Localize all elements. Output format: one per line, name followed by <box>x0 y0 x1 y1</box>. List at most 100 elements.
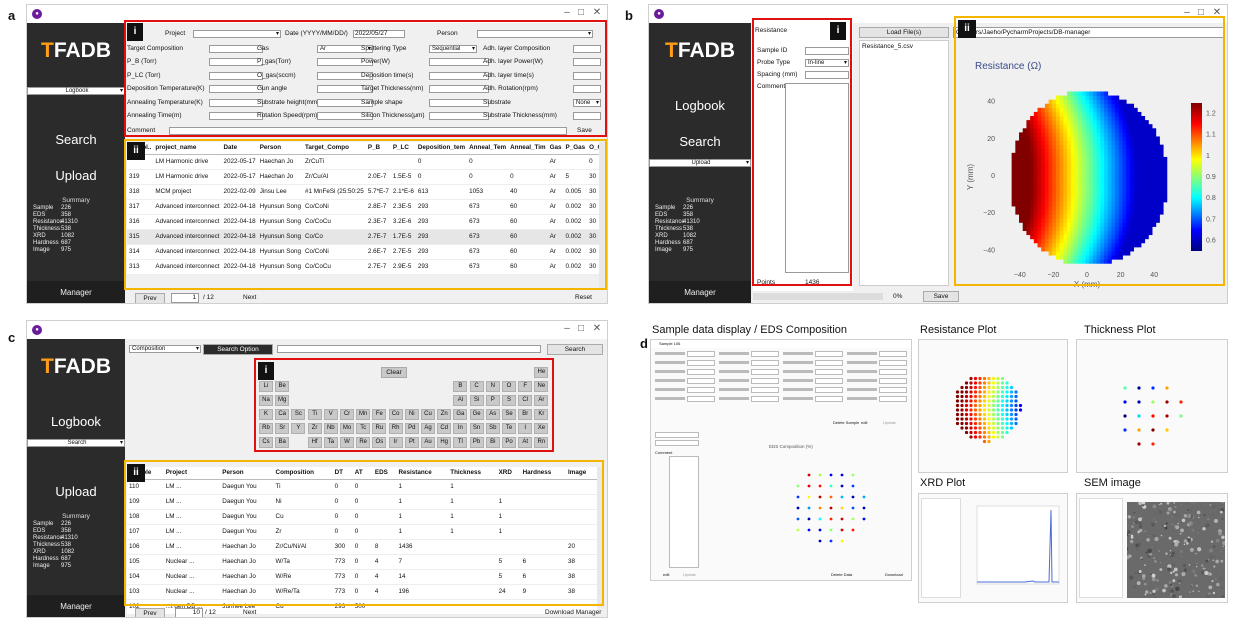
nav-logbook[interactable]: Logbook <box>649 89 751 123</box>
resistance-plot-thumbnail <box>918 339 1068 473</box>
form-field[interactable] <box>751 396 779 402</box>
form-field[interactable] <box>879 369 907 375</box>
sem-grain <box>1185 542 1189 545</box>
sem-grain <box>1169 583 1173 587</box>
form-label <box>847 361 877 364</box>
sem-grain <box>1172 579 1176 583</box>
form-field[interactable] <box>687 360 715 366</box>
page-input[interactable]: 1 <box>171 293 199 303</box>
form-field[interactable] <box>687 351 715 357</box>
form-field[interactable] <box>687 369 715 375</box>
manager-button[interactable]: Manager <box>27 281 125 303</box>
sem-grain <box>1133 522 1135 525</box>
sem-file-list[interactable] <box>1079 498 1123 598</box>
form-field[interactable] <box>815 387 843 393</box>
sem-grain <box>1175 586 1180 592</box>
badge-ii: ii <box>958 20 976 38</box>
badge-ii: ii <box>127 142 145 160</box>
delete-data-button[interactable]: Delete Data <box>831 572 852 577</box>
sem-grain <box>1139 522 1142 525</box>
file-item[interactable]: Resistance_5.csv <box>862 43 913 51</box>
sem-grain <box>1183 543 1186 546</box>
sem-grain <box>1129 539 1134 544</box>
nav-search[interactable]: Search <box>27 123 125 157</box>
form-label <box>719 352 749 355</box>
form-field[interactable] <box>751 387 779 393</box>
download-button[interactable]: Download <box>885 572 903 577</box>
xrd-file-list[interactable] <box>921 498 961 598</box>
prev-button[interactable]: Prev <box>135 293 165 303</box>
manager-button[interactable]: Manager <box>27 595 125 617</box>
next-button[interactable]: Next <box>243 609 256 617</box>
reset-button[interactable]: Reset <box>575 294 592 302</box>
load-files-button[interactable]: Load File(s) <box>859 27 949 38</box>
search-button[interactable]: Search <box>547 344 603 355</box>
data-point <box>818 495 822 499</box>
edit-button[interactable]: edit <box>663 572 669 577</box>
form-field[interactable] <box>815 369 843 375</box>
download-manager-button[interactable]: Download Manager <box>545 609 601 617</box>
form-field[interactable] <box>687 396 715 402</box>
save-button[interactable]: Save <box>923 291 959 302</box>
nav-search[interactable]: Search <box>649 125 751 159</box>
comment-box[interactable] <box>669 456 699 568</box>
form-field[interactable] <box>879 351 907 357</box>
data-point <box>969 394 973 399</box>
search-input[interactable] <box>277 345 541 353</box>
data-point <box>851 528 855 532</box>
form-label <box>719 397 749 400</box>
page-total: / 12 <box>203 294 214 301</box>
form-field[interactable] <box>815 378 843 384</box>
data-point <box>987 430 991 435</box>
data-point <box>973 430 978 435</box>
form-field[interactable] <box>879 360 907 366</box>
nav-search[interactable]: Search <box>27 439 125 447</box>
form-field[interactable] <box>751 360 779 366</box>
data-point <box>996 421 1000 426</box>
maximize-icon[interactable]: □ <box>573 323 589 334</box>
nav-upload[interactable]: Upload <box>27 159 125 193</box>
update-button[interactable]: Update <box>883 420 896 425</box>
sem-grain <box>1204 540 1207 543</box>
data-point <box>851 473 855 477</box>
page-input[interactable]: 10 <box>175 608 203 617</box>
close-icon[interactable]: ✕ <box>589 323 605 334</box>
update-button[interactable]: Update <box>683 572 696 577</box>
prev-button[interactable]: Prev <box>135 608 165 617</box>
data-point <box>969 399 973 403</box>
nav-upload[interactable]: Upload <box>27 475 125 509</box>
maximize-icon[interactable]: □ <box>573 7 589 18</box>
data-point <box>1123 428 1127 432</box>
next-button[interactable]: Next <box>243 294 256 302</box>
file-list[interactable]: Resistance_5.csv <box>859 40 949 286</box>
nav-logbook[interactable]: Logbook <box>27 405 125 439</box>
form-field[interactable] <box>815 396 843 402</box>
form-field[interactable] <box>879 378 907 384</box>
form-field[interactable] <box>751 369 779 375</box>
sem-grain <box>1170 571 1173 575</box>
data-point <box>1123 386 1127 390</box>
sem-grain <box>1171 551 1175 556</box>
form-field[interactable] <box>815 351 843 357</box>
category-select[interactable]: Composition <box>129 345 201 353</box>
select-a[interactable] <box>655 432 699 438</box>
sem-grain <box>1164 526 1168 530</box>
close-icon[interactable]: ✕ <box>589 7 605 18</box>
nav-logbook[interactable]: Logbook <box>27 87 125 95</box>
search-option-button[interactable]: Search Option <box>203 344 273 355</box>
nav-upload[interactable]: Upload <box>649 159 751 167</box>
sem-grain <box>1150 547 1153 550</box>
select-b[interactable] <box>655 440 699 446</box>
delete-sample-button[interactable]: Delete Sample <box>833 420 859 425</box>
form-field[interactable] <box>687 387 715 393</box>
form-field[interactable] <box>751 351 779 357</box>
form-field[interactable] <box>815 360 843 366</box>
sem-grain <box>1166 511 1170 515</box>
manager-button[interactable]: Manager <box>649 281 751 303</box>
data-point <box>1005 430 1009 435</box>
form-field[interactable] <box>751 378 779 384</box>
form-field[interactable] <box>879 396 907 402</box>
edit-button[interactable]: edit <box>861 420 867 425</box>
form-field[interactable] <box>879 387 907 393</box>
form-field[interactable] <box>687 378 715 384</box>
